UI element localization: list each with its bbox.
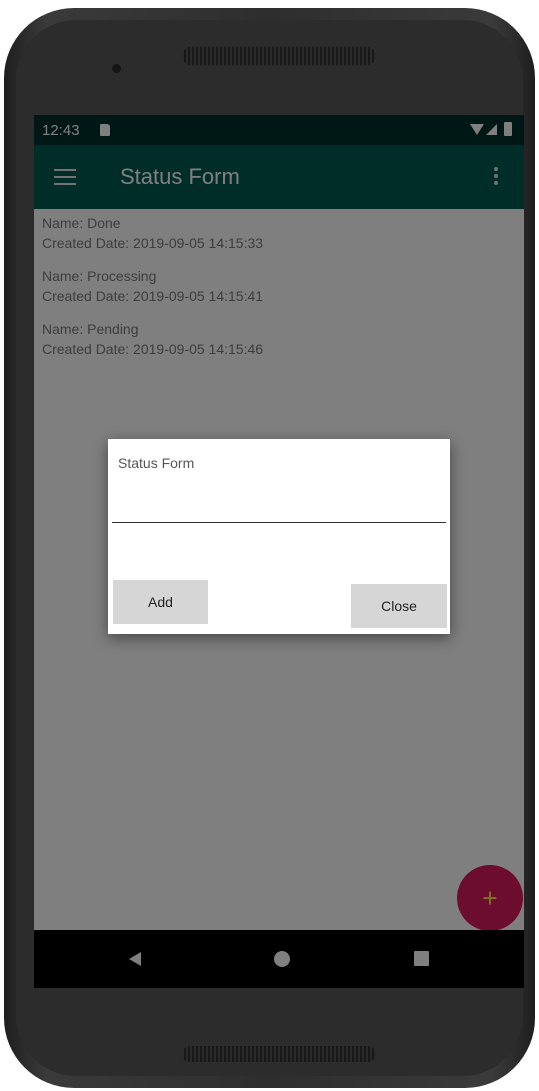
- status-name-input[interactable]: [112, 492, 446, 523]
- add-button[interactable]: Add: [113, 580, 208, 624]
- earpiece-speaker: [182, 47, 376, 65]
- screen: 12:43 Status Form Name: Done Created Dat…: [34, 115, 524, 988]
- status-form-dialog: Status Form Add Close: [108, 439, 450, 634]
- front-camera: [112, 64, 121, 73]
- close-button[interactable]: Close: [351, 584, 447, 628]
- dialog-title: Status Form: [118, 455, 195, 471]
- bottom-speaker: [182, 1046, 376, 1062]
